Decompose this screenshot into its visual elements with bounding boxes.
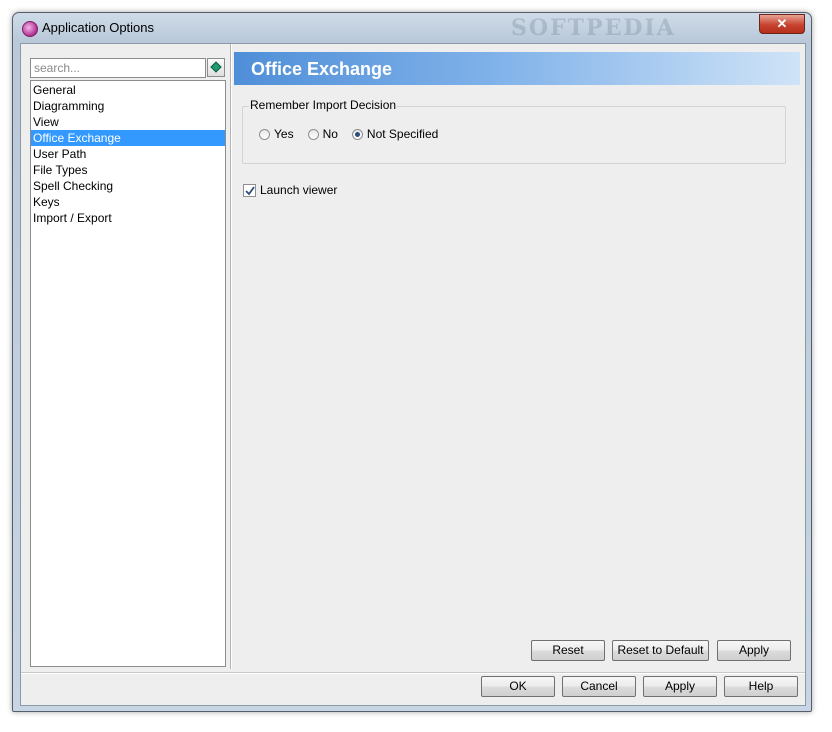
close-icon: ✕ bbox=[776, 16, 788, 31]
radio-no[interactable] bbox=[307, 128, 319, 140]
options-category-list: General Diagramming View Office Exchange… bbox=[30, 80, 226, 667]
panel-apply-button[interactable]: Apply bbox=[717, 640, 791, 661]
reset-to-default-button[interactable]: Reset to Default bbox=[612, 640, 709, 661]
nav-item-general[interactable]: General bbox=[31, 82, 225, 98]
app-icon bbox=[22, 21, 38, 37]
dialog-apply-button[interactable]: Apply bbox=[643, 676, 717, 697]
dialog-body: General Diagramming View Office Exchange… bbox=[20, 43, 806, 706]
watermark: SOFTPEDIA bbox=[511, 15, 676, 41]
section-title: Office Exchange bbox=[251, 59, 393, 79]
nav-item-import-export[interactable]: Import / Export bbox=[31, 210, 225, 226]
launch-viewer-label[interactable]: Launch viewer bbox=[260, 183, 337, 197]
help-button[interactable]: Help bbox=[724, 676, 798, 697]
application-options-window: Application Options SOFTPEDIA ✕ General … bbox=[12, 12, 812, 712]
cancel-button[interactable]: Cancel bbox=[562, 676, 636, 697]
nav-item-user-path[interactable]: User Path bbox=[31, 146, 225, 162]
group-legend: Remember Import Decision bbox=[249, 98, 398, 112]
radio-not-specified-label[interactable]: Not Specified bbox=[367, 127, 438, 141]
remember-import-decision-group: Remember Import Decision Yes No Not Spec… bbox=[242, 98, 786, 164]
nav-item-office-exchange[interactable]: Office Exchange bbox=[31, 130, 225, 146]
ok-button[interactable]: OK bbox=[481, 676, 555, 697]
search-go-icon bbox=[210, 61, 222, 73]
nav-item-view[interactable]: View bbox=[31, 114, 225, 130]
radio-yes[interactable] bbox=[259, 128, 270, 140]
title-bar[interactable]: Application Options SOFTPEDIA ✕ bbox=[13, 13, 811, 43]
radio-no-label[interactable]: No bbox=[323, 127, 338, 141]
window-title: Application Options bbox=[42, 20, 155, 35]
search-input[interactable] bbox=[31, 59, 205, 77]
radio-not-specified[interactable] bbox=[351, 128, 363, 140]
pane-splitter[interactable] bbox=[230, 44, 232, 669]
section-header: Office Exchange bbox=[234, 52, 800, 85]
close-button[interactable]: ✕ bbox=[759, 14, 805, 34]
nav-item-spell-checking[interactable]: Spell Checking bbox=[31, 178, 225, 194]
radio-options: Yes No Not Specified bbox=[259, 127, 452, 141]
nav-item-file-types[interactable]: File Types bbox=[31, 162, 225, 178]
nav-item-keys[interactable]: Keys bbox=[31, 194, 225, 210]
nav-item-diagramming[interactable]: Diagramming bbox=[31, 98, 225, 114]
radio-yes-label[interactable]: Yes bbox=[274, 127, 294, 141]
checkmark-icon bbox=[245, 185, 255, 195]
search-button[interactable] bbox=[207, 58, 225, 77]
search-box bbox=[30, 58, 206, 78]
launch-viewer-checkbox[interactable] bbox=[243, 183, 256, 197]
launch-viewer-row: Launch viewer bbox=[243, 183, 337, 197]
footer-separator bbox=[21, 672, 805, 674]
reset-button[interactable]: Reset bbox=[531, 640, 605, 661]
